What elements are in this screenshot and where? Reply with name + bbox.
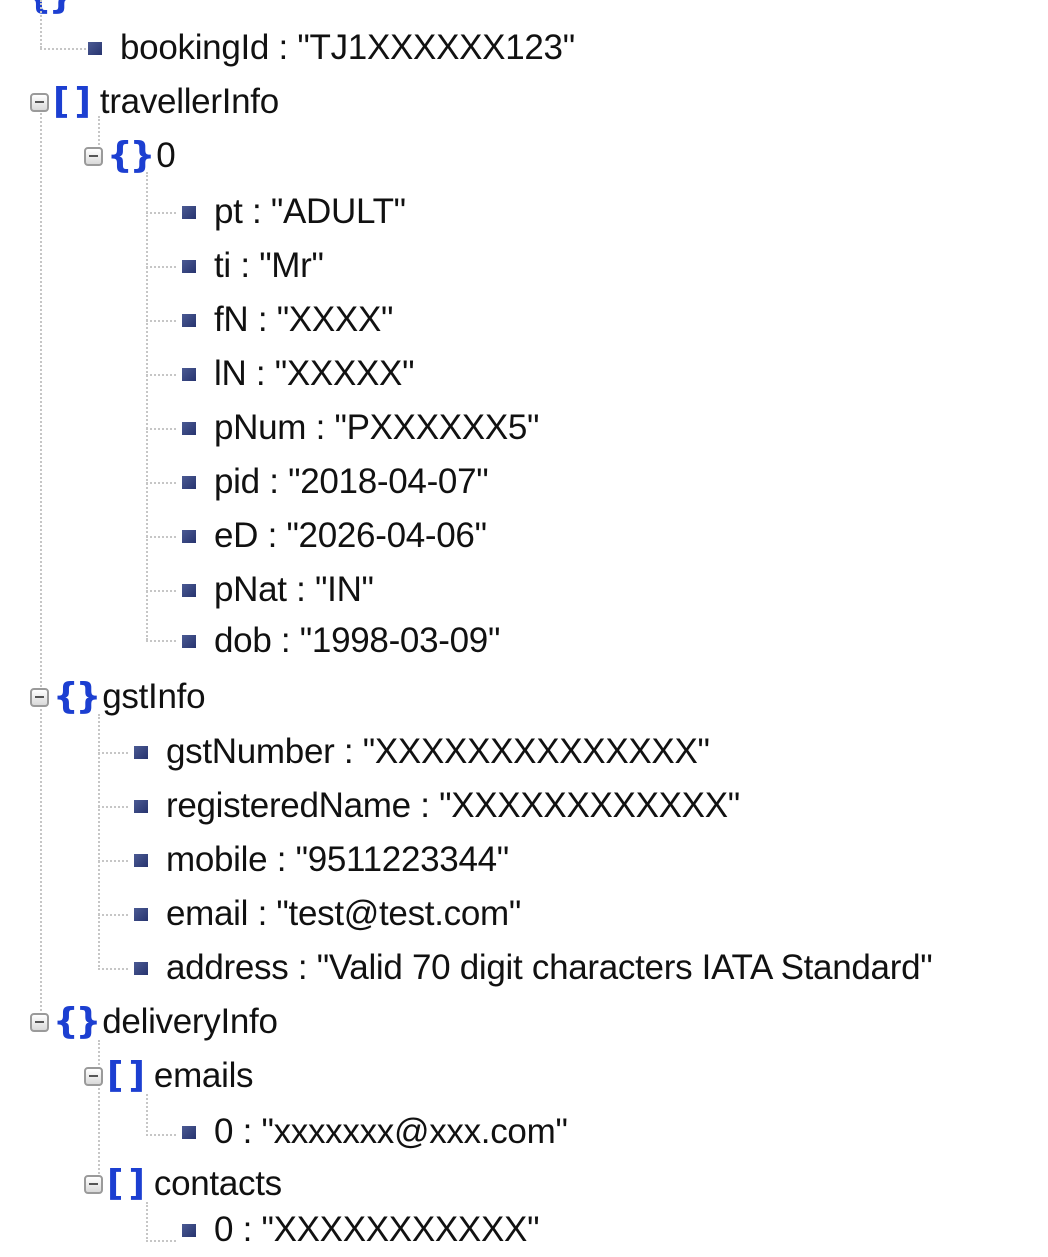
node-label: gstInfo <box>102 677 206 716</box>
tree-connector <box>146 536 176 538</box>
tree-connector <box>98 914 128 916</box>
array-bracket-icon: [] <box>53 81 96 122</box>
tree-leaf-ti[interactable]: ti : "Mr" <box>182 239 324 293</box>
tree-node-travellerInfo-0[interactable]: {} 0 <box>84 129 176 183</box>
node-label: travellerInfo <box>99 82 279 121</box>
collapse-toggle-icon[interactable] <box>84 1066 103 1086</box>
node-label: contacts <box>153 1164 282 1203</box>
leaf-value-icon <box>134 853 148 867</box>
tree-connector <box>146 172 148 640</box>
leaf-text: address : "Valid 70 digit characters IAT… <box>166 948 933 987</box>
tree-connector <box>98 752 128 754</box>
leaf-value-icon <box>182 259 196 273</box>
collapse-toggle-icon[interactable] <box>30 687 49 707</box>
tree-leaf-pt[interactable]: pt : "ADULT" <box>182 185 406 239</box>
leaf-text: bookingId : "TJ1XXXXXX123" <box>120 28 575 67</box>
leaf-text: registeredName : "XXXXXXXXXXXX" <box>166 786 740 825</box>
leaf-value-icon <box>134 745 148 759</box>
tree-connector <box>40 48 86 50</box>
tree-connector <box>98 806 128 808</box>
array-bracket-icon: [] <box>107 1055 150 1096</box>
leaf-value-icon <box>182 634 196 648</box>
tree-leaf-emails-0[interactable]: 0 : "xxxxxxx@xxx.com" <box>182 1105 568 1159</box>
collapse-toggle-icon[interactable] <box>84 1174 103 1194</box>
tree-leaf-bookingId[interactable]: bookingId : "TJ1XXXXXX123" <box>88 21 575 75</box>
object-brace-icon: {} <box>107 135 155 176</box>
tree-leaf-gstNumber[interactable]: gstNumber : "XXXXXXXXXXXXXX" <box>134 725 710 779</box>
tree-connector <box>146 266 176 268</box>
leaf-value-icon <box>88 41 102 55</box>
tree-connector <box>98 860 128 862</box>
leaf-text: pid : "2018-04-07" <box>214 462 489 501</box>
tree-connector <box>40 0 42 48</box>
leaf-text: pNum : "PXXXXXX5" <box>214 408 540 447</box>
object-brace-icon: {} <box>53 1001 101 1042</box>
tree-leaf-fN[interactable]: fN : "XXXX" <box>182 293 393 347</box>
leaf-text: pNat : "IN" <box>214 570 374 609</box>
tree-leaf-mobile[interactable]: mobile : "9511223344" <box>134 833 509 887</box>
leaf-value-icon <box>182 205 196 219</box>
leaf-text: 0 : "XXXXXXXXXXX" <box>214 1210 540 1249</box>
object-brace-icon: {} <box>26 0 74 15</box>
tree-node-emails[interactable]: [] emails <box>84 1049 254 1103</box>
tree-connector <box>146 212 176 214</box>
collapse-toggle-icon[interactable] <box>84 146 103 166</box>
root-object-node[interactable]: {} <box>26 0 75 24</box>
tree-connector <box>146 1240 176 1242</box>
leaf-value-icon <box>182 529 196 543</box>
tree-connector <box>146 320 176 322</box>
tree-connector <box>146 374 176 376</box>
leaf-value-icon <box>134 799 148 813</box>
leaf-text: fN : "XXXX" <box>214 300 394 339</box>
json-tree-view: {} bookingId : "TJ1XXXXXX123" [] travell… <box>0 0 1048 1254</box>
leaf-text: dob : "1998-03-09" <box>214 621 501 660</box>
tree-connector <box>146 640 176 642</box>
tree-leaf-lN[interactable]: lN : "XXXXX" <box>182 347 415 401</box>
node-label: emails <box>153 1056 254 1095</box>
leaf-value-icon <box>182 1125 196 1139</box>
tree-connector <box>146 482 176 484</box>
tree-leaf-pNum[interactable]: pNum : "PXXXXXX5" <box>182 401 539 455</box>
leaf-value-icon <box>182 583 196 597</box>
leaf-text: gstNumber : "XXXXXXXXXXXXXX" <box>166 732 710 771</box>
leaf-text: pt : "ADULT" <box>214 192 406 231</box>
node-label: deliveryInfo <box>102 1002 278 1041</box>
tree-connector <box>98 968 128 970</box>
leaf-value-icon <box>182 1223 196 1237</box>
tree-leaf-contacts-0[interactable]: 0 : "XXXXXXXXXXX" <box>182 1203 540 1257</box>
leaf-value-icon <box>182 313 196 327</box>
tree-leaf-pNat[interactable]: pNat : "IN" <box>182 563 374 617</box>
tree-connector <box>40 110 42 1030</box>
tree-leaf-eD[interactable]: eD : "2026-04-06" <box>182 509 487 563</box>
node-label: 0 <box>156 136 176 175</box>
tree-connector <box>146 590 176 592</box>
leaf-value-icon <box>134 961 148 975</box>
tree-connector <box>146 1134 176 1136</box>
leaf-value-icon <box>182 475 196 489</box>
tree-node-gstInfo[interactable]: {} gstInfo <box>30 670 206 724</box>
leaf-text: mobile : "9511223344" <box>166 840 509 879</box>
tree-leaf-pid[interactable]: pid : "2018-04-07" <box>182 455 489 509</box>
leaf-text: 0 : "xxxxxxx@xxx.com" <box>214 1112 568 1151</box>
tree-leaf-address[interactable]: address : "Valid 70 digit characters IAT… <box>134 941 933 995</box>
array-bracket-icon: [] <box>107 1163 150 1204</box>
collapse-toggle-icon[interactable] <box>30 1012 49 1032</box>
object-brace-icon: {} <box>53 676 101 717</box>
leaf-text: email : "test@test.com" <box>166 894 521 933</box>
leaf-text: ti : "Mr" <box>214 246 324 285</box>
tree-leaf-email[interactable]: email : "test@test.com" <box>134 887 521 941</box>
leaf-value-icon <box>134 907 148 921</box>
tree-node-deliveryInfo[interactable]: {} deliveryInfo <box>30 995 278 1049</box>
tree-connector <box>146 428 176 430</box>
leaf-value-icon <box>182 421 196 435</box>
tree-node-travellerInfo[interactable]: [] travellerInfo <box>30 75 279 129</box>
collapse-toggle-icon[interactable] <box>30 92 49 112</box>
leaf-value-icon <box>182 367 196 381</box>
tree-leaf-registeredName[interactable]: registeredName : "XXXXXXXXXXXX" <box>134 779 740 833</box>
leaf-text: eD : "2026-04-06" <box>214 516 487 555</box>
tree-leaf-dob[interactable]: dob : "1998-03-09" <box>182 614 500 668</box>
leaf-text: lN : "XXXXX" <box>214 354 415 393</box>
